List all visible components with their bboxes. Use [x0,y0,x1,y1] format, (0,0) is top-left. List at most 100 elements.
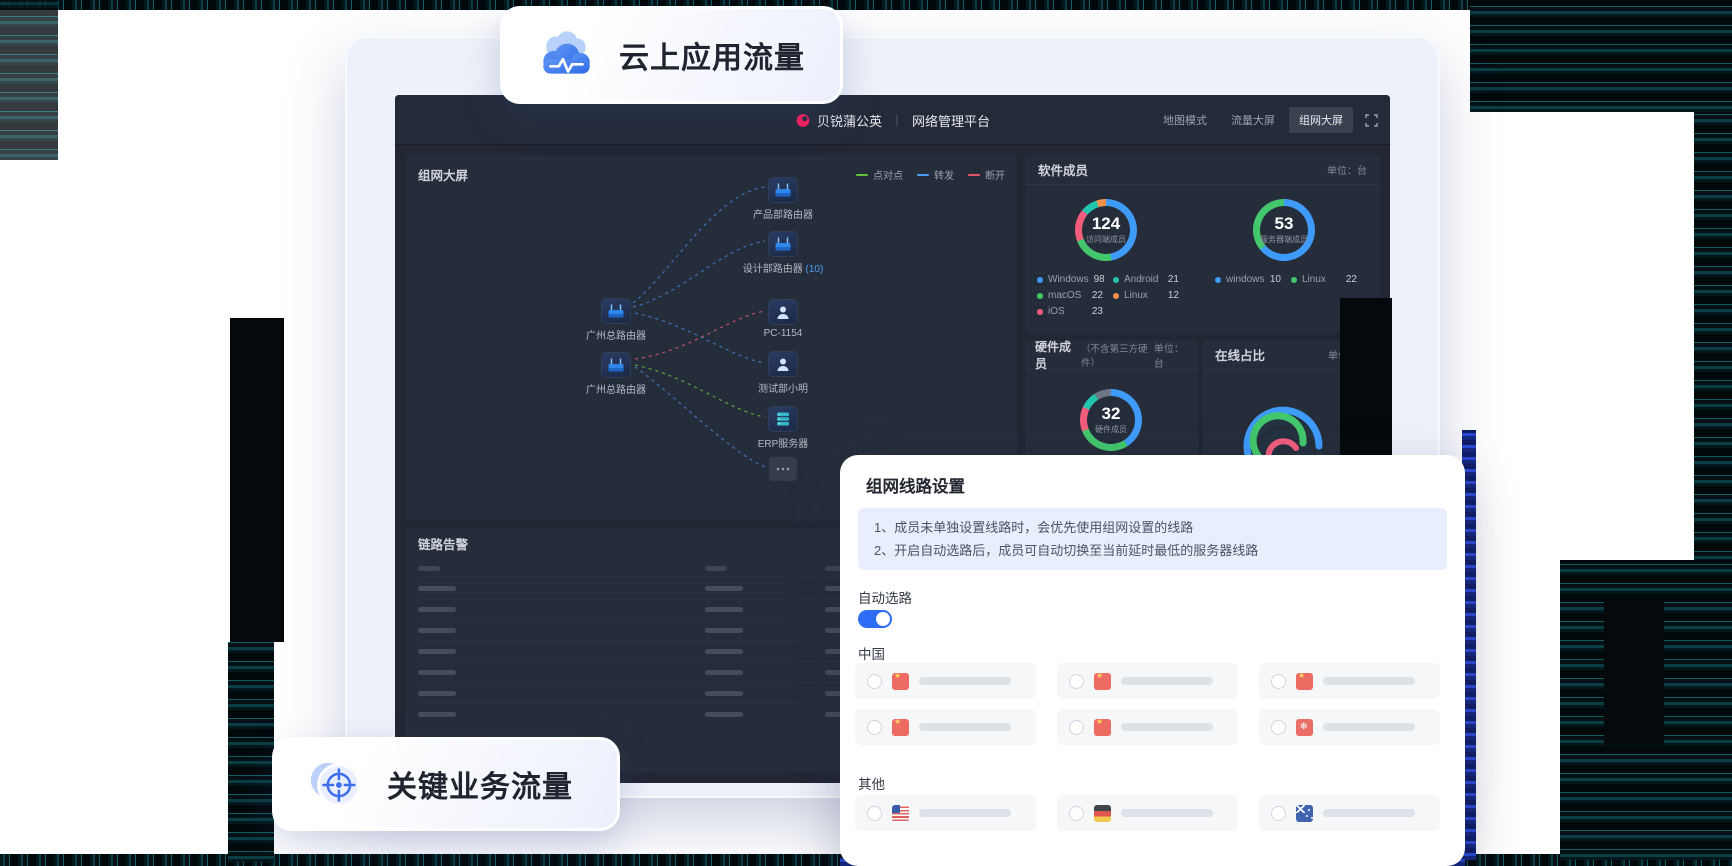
cloud-traffic-label: 云上应用流量 [619,33,805,77]
radio-button[interactable] [1069,674,1084,689]
route-option[interactable] [855,709,1036,745]
node-label: PC-1154 [708,328,858,339]
route-option[interactable] [1259,709,1440,745]
flag-cn-icon [892,673,909,690]
flag-cn-icon [1094,673,1111,690]
flag-cn-icon [1296,673,1313,690]
route-option[interactable] [1057,795,1238,831]
route-name-placeholder [1323,723,1415,731]
link-alarm-title: 链路告警 [418,534,468,553]
glitch-noise [0,0,58,160]
access-members-donut: 124 访问端成员 [1075,199,1137,261]
hardware-members-donut: 32 硬件成员 [1080,389,1142,451]
glitch-noise [1604,600,1664,745]
route-name-placeholder [1121,723,1213,731]
software-members-title: 软件成员 [1038,160,1088,179]
dashboard-nav: 地图模式 流量大屏 组网大屏 [1153,95,1378,145]
fullscreen-button[interactable] [1365,114,1378,127]
flag-hk-icon [1296,719,1313,736]
route-option[interactable] [1259,795,1440,831]
nav-network-screen[interactable]: 组网大屏 [1289,107,1353,133]
router-icon [774,182,792,198]
node-label: 产品部路由器 [708,206,858,221]
unit-label: 单位：台 [1327,162,1367,177]
node-test-member[interactable] [769,352,797,376]
legend-item: Linux22 [1291,274,1367,285]
router-icon [607,303,625,319]
node-pc-1154[interactable] [769,300,797,324]
note-line-2: 2、开启自动选路后，成员可自动切换至当前延时最低的服务器线路 [874,541,1431,560]
node-product-router[interactable] [769,178,797,202]
nav-map-mode[interactable]: 地图模式 [1153,107,1217,133]
node-more[interactable] [769,457,797,481]
glitch-noise [230,318,284,642]
route-name-placeholder [1323,809,1415,817]
node-gz-router-1[interactable] [602,299,630,323]
radio-button[interactable] [867,806,882,821]
auto-route-toggle[interactable] [858,610,892,628]
cloud-traffic-badge: 云上应用流量 [500,6,843,104]
access-members-legend: Windows98 Android21 macOS22 Linux12 iOS2… [1037,274,1189,317]
node-erp-server[interactable] [769,407,797,431]
route-name-placeholder [1323,677,1415,685]
node-count: (10) [805,264,823,275]
access-members-label: 访问端成员 [1086,234,1126,245]
business-traffic-label: 关键业务流量 [387,762,573,806]
online-ratio-title: 在线占比 [1215,345,1265,364]
auto-route-label: 自动选路 [858,587,912,607]
brand-separator: ｜ [891,112,903,129]
hardware-members-subtitle: （不含第三方硬件） [1081,341,1154,369]
legend-item: Android21 [1113,274,1189,285]
fullscreen-icon [1365,114,1378,127]
hardware-members-label: 硬件成员 [1095,424,1127,435]
settings-notes: 1、成员未单独设置线路时，会优先使用组网设置的线路 2、开启自动选路后，成员可自… [858,508,1447,570]
radio-button[interactable] [1069,720,1084,735]
node-label: 广州总路由器 [541,381,691,396]
legend-item: macOS22 [1037,290,1113,301]
cloud-traffic-icon [533,29,599,81]
hardware-members-value: 32 [1102,405,1121,422]
radio-button[interactable] [867,720,882,735]
flag-au-icon [1296,805,1313,822]
person-icon [774,304,792,320]
route-name-placeholder [919,723,1011,731]
brand-logo-icon [795,113,810,128]
business-traffic-icon [305,753,367,815]
server-members-legend: windows10 Linux22 [1215,274,1367,285]
radio-button[interactable] [867,674,882,689]
network-route-settings-panel: 组网线路设置 1、成员未单独设置线路时，会优先使用组网设置的线路 2、开启自动选… [840,455,1465,866]
nav-traffic-screen[interactable]: 流量大屏 [1221,107,1285,133]
section-china-label: 中国 [858,643,885,663]
route-name-placeholder [1121,809,1213,817]
node-label: 设计部路由器 (10) [708,260,858,275]
radio-button[interactable] [1069,806,1084,821]
ellipsis-icon [776,467,790,471]
glitch-noise [1694,112,1732,562]
marketing-screenshot: 贝锐蒲公英 ｜ 网络管理平台 地图模式 流量大屏 组网大屏 组网大屏 [0,0,1732,866]
brand-name: 贝锐蒲公英 [817,111,882,130]
router-icon [774,236,792,252]
route-option[interactable] [1057,709,1238,745]
server-members-donut: 53 服务器端成员 [1253,199,1315,261]
route-option[interactable] [855,795,1036,831]
radio-button[interactable] [1271,806,1286,821]
legend-item: iOS23 [1037,306,1113,317]
legend-item: Windows98 [1037,274,1113,285]
node-label: ERP服务器 [708,435,858,450]
server-members-label: 服务器端成员 [1260,234,1308,245]
business-traffic-badge: 关键业务流量 [272,737,620,831]
route-option[interactable] [855,663,1036,699]
radio-button[interactable] [1271,720,1286,735]
node-design-router[interactable] [769,232,797,256]
radio-button[interactable] [1271,674,1286,689]
product-name: 网络管理平台 [912,111,990,130]
route-option[interactable] [1259,663,1440,699]
note-line-1: 1、成员未单独设置线路时，会优先使用组网设置的线路 [874,518,1431,537]
server-icon [774,411,792,427]
legend-item: Linux12 [1113,290,1189,301]
flag-cn-icon [1094,719,1111,736]
node-gz-router-2[interactable] [602,353,630,377]
route-option[interactable] [1057,663,1238,699]
node-label: 测试部小明 [708,380,858,395]
toggle-knob [876,612,890,626]
